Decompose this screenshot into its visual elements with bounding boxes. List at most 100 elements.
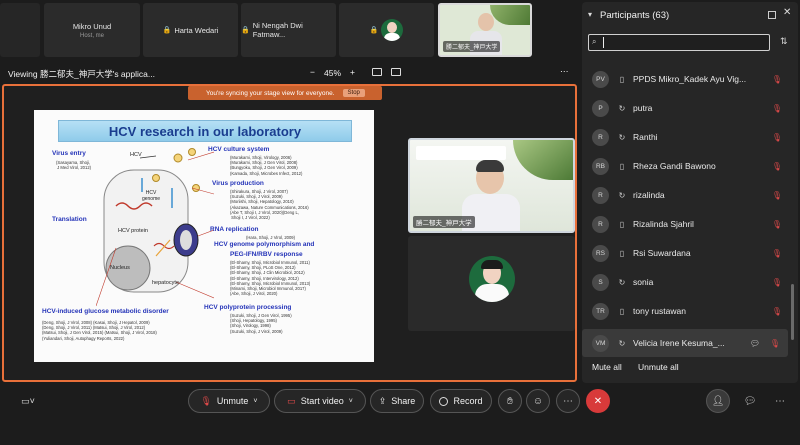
pointer-line: [175, 281, 214, 299]
zoom-out-button[interactable]: −: [310, 67, 315, 77]
participant-row[interactable]: S ↻ sonia 🎙︎: [582, 268, 790, 296]
thumbnail-harta-wedari[interactable]: 🔒 Harta Wedari: [143, 3, 238, 57]
mic-muted-icon[interactable]: 🎙︎: [772, 307, 782, 316]
participant-row[interactable]: RB ▯ Rheza Gandi Bawono 🎙︎: [582, 152, 790, 180]
scrollbar[interactable]: [791, 284, 794, 340]
participant-name: Velicia Irene Kesuma_...: [633, 338, 725, 348]
captions-button[interactable]: ▭˅: [16, 389, 40, 413]
virion-shape: [192, 184, 200, 192]
participant-name: putra: [633, 103, 653, 113]
top-left-strip: [0, 3, 40, 57]
shared-slide: HCV research in our laboratory HCV HCV g…: [34, 110, 374, 362]
thumbnail-mikro-unud[interactable]: Mikro Unud Host, me: [44, 3, 140, 57]
avatar: RS: [592, 244, 609, 262]
avatar: R: [592, 186, 609, 204]
speaker-video[interactable]: 勝二郁夫_神戸大学: [408, 138, 575, 233]
virus-entry-ref: (Sasayama, Shoji, J Med Virol, 2012): [56, 160, 92, 171]
chat-button[interactable]: 💬︎: [738, 389, 762, 413]
share-view-icon[interactable]: [372, 68, 382, 76]
start-video-button[interactable]: ▭ Start video ˅: [274, 389, 366, 413]
raise-hand-button[interactable]: ✋︎: [498, 389, 522, 413]
participant-name: Ranthi: [633, 132, 658, 142]
avatar: S: [592, 273, 609, 291]
collapse-chevron-icon[interactable]: ▾: [588, 10, 592, 19]
participants-button[interactable]: 👤︎: [706, 389, 730, 413]
share-button[interactable]: ⇪ Share: [370, 389, 424, 413]
record-button[interactable]: Record: [430, 389, 492, 413]
mobile-device-icon: ▯: [619, 74, 625, 84]
record-icon: [439, 396, 449, 406]
hepatocyte-label: hepatocyte: [152, 280, 179, 286]
participant-row[interactable]: TR ▯ tony rustawan 🎙︎: [582, 297, 790, 325]
mobile-device-icon: ▯: [619, 219, 625, 229]
zoom-in-button[interactable]: +: [350, 67, 355, 77]
more-options-button[interactable]: ⋯: [556, 389, 580, 413]
avatar: R: [592, 128, 609, 146]
virion-shape: [173, 153, 183, 163]
leaf-decoration: [490, 5, 530, 25]
more-options-button[interactable]: ⋯: [560, 66, 569, 77]
slide-title: HCV research in our laboratory: [58, 120, 352, 142]
camera-off-icon: ▭: [287, 395, 296, 406]
mic-muted-icon[interactable]: 🎙︎: [770, 339, 780, 348]
participants-panel: ▾ Participants (63) ✕ ⌕ ⇅ PV ▯ PPDS Mikro_…: [582, 2, 798, 383]
thumbnail-ni-nengah[interactable]: 🔒 Ni Nengah Dwi Fatmaw...: [241, 3, 336, 57]
production-label: Virus production: [212, 180, 264, 187]
more-panels-button[interactable]: ⋯: [768, 389, 792, 413]
participant-name: sonia: [633, 277, 654, 287]
translation-label: Translation: [52, 216, 87, 223]
sync-device-icon: ↻: [618, 338, 626, 348]
participant-search[interactable]: ⌕: [588, 34, 770, 51]
stop-sync-button[interactable]: Stop: [342, 89, 365, 97]
close-icon[interactable]: ✕: [783, 7, 791, 18]
participants-title: Participants (63): [600, 10, 670, 21]
share-label: Share: [391, 396, 416, 406]
speaker-figure: [478, 13, 494, 31]
participant-name: Rheza Gandi Bawono: [633, 161, 716, 171]
mic-muted-icon[interactable]: 🎙︎: [772, 278, 782, 287]
participant-row[interactable]: R ▯ Rizalinda Sjahril 🎙︎: [582, 210, 790, 238]
replication-ref: (Hara, Shoji, J Virol, 2009): [246, 235, 296, 240]
banner-strip: [416, 146, 506, 160]
pop-out-icon[interactable]: [768, 11, 776, 19]
mic-muted-icon[interactable]: 🎙︎: [772, 104, 782, 113]
chat-icon[interactable]: 💬︎: [750, 339, 760, 348]
participant-row[interactable]: R ↻ rizalinda 🎙︎: [582, 181, 790, 209]
glucose-label: HCV-induced glucose metabolic disorder: [42, 308, 169, 315]
avatar: RB: [592, 157, 609, 175]
glucose-ref: (Deng, Shoji, J Virol, 2008) (Kasai, Sho…: [42, 320, 157, 341]
participant-row[interactable]: PV ▯ PPDS Mikro_Kadek Ayu Vig... 🎙︎: [582, 65, 790, 93]
sync-message: You're syncing your stage view for every…: [206, 89, 335, 97]
mic-muted-icon[interactable]: 🎙︎: [772, 133, 782, 142]
thumbnail-name: 勝二郁夫_神戸大学: [443, 41, 501, 52]
sort-icon[interactable]: ⇅: [780, 36, 788, 47]
search-input[interactable]: [603, 37, 763, 48]
end-call-button[interactable]: ✕: [586, 389, 610, 413]
polyprotein-ref: (Suzuki, Shoji, J Gen Virol, 1995) (Shoj…: [230, 313, 292, 334]
participant-row[interactable]: P ↻ putra 🎙︎: [582, 94, 790, 122]
polyprotein-label: HCV polyprotein processing: [204, 304, 292, 311]
share-screen-icon: ⇪: [378, 395, 387, 406]
mic-muted-icon[interactable]: 🎙︎: [772, 162, 782, 171]
search-icon: ⌕: [592, 37, 597, 46]
unmute-all-button[interactable]: Unmute all: [638, 362, 679, 372]
thumbnail-name: Mikro Unud: [72, 21, 112, 31]
mute-all-button[interactable]: Mute all: [592, 362, 622, 372]
mic-muted-icon[interactable]: 🎙︎: [772, 220, 782, 229]
participant-video[interactable]: [408, 236, 575, 331]
polymorphism-label-1: HCV genome polymorphism and: [214, 241, 315, 248]
lock-icon: 🔒: [241, 27, 250, 34]
participant-row-hovered[interactable]: VM ↻ Velicia Irene Kesuma_... 💬︎ 🎙︎: [582, 329, 788, 357]
reactions-button[interactable]: ☺: [526, 389, 550, 413]
thumbnail-woman[interactable]: 🔒: [339, 3, 434, 57]
unmute-button[interactable]: 🎙︎ Unmute ˅: [188, 389, 270, 413]
thumbnail-speaker[interactable]: 勝二郁夫_神戸大学: [438, 3, 532, 57]
avatar: TR: [592, 302, 609, 320]
participant-row[interactable]: R ↻ Ranthi 🎙︎: [582, 123, 790, 151]
mic-muted-icon[interactable]: 🎙︎: [772, 191, 782, 200]
mic-muted-icon[interactable]: 🎙︎: [772, 249, 782, 258]
participant-row[interactable]: RS ▯ Rsi Suwardana 🎙︎: [582, 239, 790, 267]
sync-device-icon: ↻: [618, 277, 626, 287]
mic-muted-icon[interactable]: 🎙︎: [772, 75, 782, 84]
pop-out-icon[interactable]: [391, 68, 401, 76]
